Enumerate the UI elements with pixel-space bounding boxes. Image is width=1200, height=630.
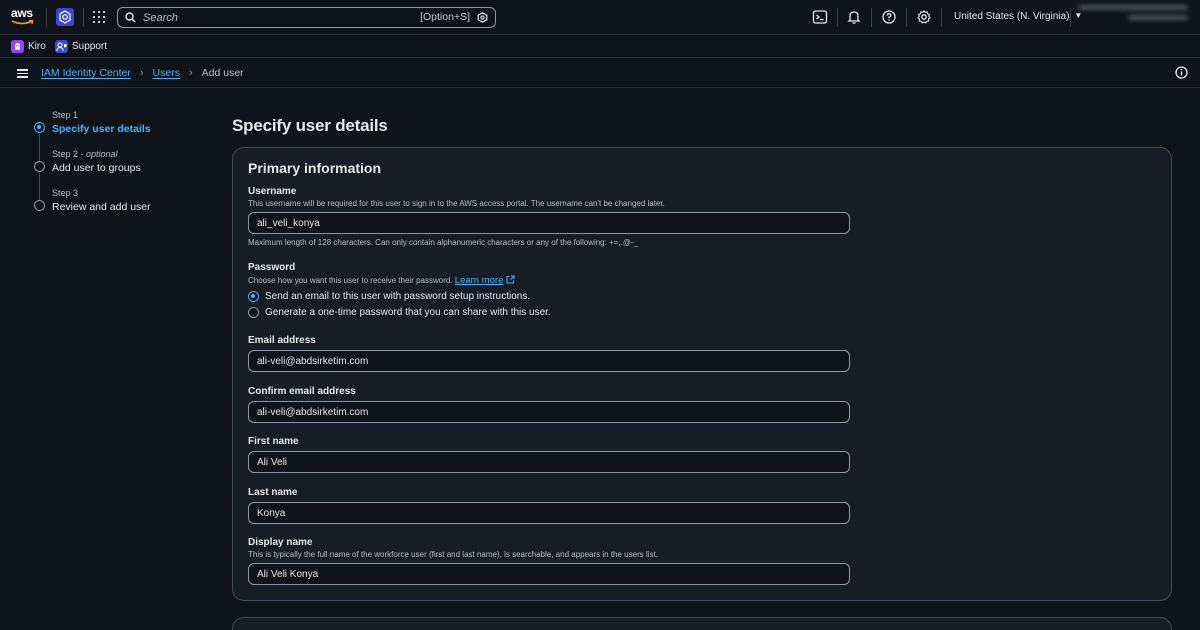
username-description: This username will be required for this … <box>248 199 665 208</box>
confirm-email-label: Confirm email address <box>248 386 356 397</box>
aws-logo-text: aws <box>11 6 33 20</box>
support-icon <box>55 40 68 53</box>
nav-divider <box>1070 8 1071 27</box>
first-name-input-box[interactable] <box>248 451 850 473</box>
search-input[interactable] <box>143 10 403 25</box>
favorite-support[interactable]: Support <box>55 39 107 54</box>
step-2-optional: optional <box>86 149 118 159</box>
nav-divider <box>871 8 872 27</box>
password-option-one-time-label: Generate a one-time password that you ca… <box>265 307 551 318</box>
region-selector[interactable]: United States (N. Virginia) ▼ <box>954 11 1082 22</box>
step-indicator <box>34 161 45 172</box>
wizard-steps: Step 1 Specify user details Step 2 - opt… <box>34 110 214 227</box>
step-1-title[interactable]: Specify user details <box>52 123 214 135</box>
aws-logo[interactable]: aws <box>11 7 37 29</box>
last-name-label: Last name <box>248 487 298 498</box>
wizard-step-1[interactable]: Step 1 Specify user details <box>34 110 214 149</box>
favorite-kiro-label: Kiro <box>28 41 46 52</box>
first-name-input[interactable] <box>249 452 849 472</box>
services-grid-icon[interactable] <box>93 11 105 23</box>
email-input-box[interactable] <box>248 350 850 372</box>
settings-gear-icon[interactable] <box>916 9 932 25</box>
breadcrumb-bar: IAM Identity Center › Users › Add user <box>0 58 1200 88</box>
nav-divider <box>46 8 47 27</box>
password-description: Choose how you want this user to receive… <box>248 275 850 286</box>
step-1-label: Step 1 <box>52 110 79 120</box>
search-bar[interactable]: [Option+S] <box>117 7 496 28</box>
password-option-email[interactable]: Send an email to this user with password… <box>248 291 850 302</box>
search-shortcut-hint: [Option+S] <box>420 11 470 23</box>
username-field: Username This username will be required … <box>248 186 850 247</box>
breadcrumb-users[interactable]: Users <box>153 67 180 79</box>
next-section-container <box>232 617 1172 630</box>
step-3-label: Step 3 <box>52 188 79 198</box>
wizard-step-2[interactable]: Step 2 - optional Add user to groups <box>34 149 214 188</box>
step-indicator-active <box>34 122 45 133</box>
aws-smile-icon <box>11 19 34 25</box>
nav-divider <box>837 8 838 27</box>
username-label: Username <box>248 186 297 197</box>
amazon-q-icon[interactable] <box>477 12 488 23</box>
search-icon <box>125 12 136 23</box>
first-name-field: First name <box>248 436 850 473</box>
chevron-right-icon: › <box>188 67 193 79</box>
kiro-icon <box>11 40 24 53</box>
display-name-field: Display name This is typically the full … <box>248 537 850 585</box>
email-input[interactable] <box>249 351 849 371</box>
favorite-kiro[interactable]: Kiro <box>11 39 46 54</box>
first-name-label: First name <box>248 436 299 447</box>
breadcrumb: IAM Identity Center › Users › Add user <box>41 67 244 79</box>
email-field: Email address <box>248 335 850 372</box>
step-indicator <box>34 200 45 211</box>
menu-hamburger-icon[interactable] <box>17 69 28 78</box>
step-2-label: Step 2 - optional <box>52 149 118 159</box>
username-input-box[interactable] <box>248 212 850 234</box>
confirm-email-input-box[interactable] <box>248 401 850 423</box>
section-heading: Primary information <box>248 160 382 176</box>
top-navigation: aws [Option+S] <box>0 0 1200 35</box>
password-label: Password <box>248 262 296 273</box>
external-link-icon <box>506 275 515 284</box>
display-name-input[interactable] <box>249 564 849 584</box>
region-label: United States (N. Virginia) <box>954 11 1070 22</box>
account-menu-blurred[interactable] <box>1078 5 1190 31</box>
cloudshell-icon[interactable] <box>812 9 828 25</box>
confirm-email-input[interactable] <box>249 402 849 422</box>
wizard-step-3[interactable]: Step 3 Review and add user <box>34 188 214 227</box>
display-name-label: Display name <box>248 537 313 548</box>
notifications-bell-icon[interactable] <box>846 9 862 25</box>
display-name-description: This is typically the full name of the w… <box>248 550 658 559</box>
password-option-one-time[interactable]: Generate a one-time password that you ca… <box>248 307 850 318</box>
breadcrumb-iam-identity-center[interactable]: IAM Identity Center <box>41 67 131 79</box>
help-icon[interactable] <box>881 9 897 25</box>
password-option-email-label: Send an email to this user with password… <box>265 291 531 302</box>
display-name-input-box[interactable] <box>248 563 850 585</box>
step-2-title[interactable]: Add user to groups <box>52 162 214 174</box>
confirm-email-field: Confirm email address <box>248 386 850 423</box>
radio-unselected[interactable] <box>248 307 259 318</box>
last-name-input-box[interactable] <box>248 502 850 524</box>
step-3-title[interactable]: Review and add user <box>52 201 214 213</box>
chevron-right-icon: › <box>139 67 144 79</box>
learn-more-link[interactable]: Learn more <box>455 275 504 286</box>
last-name-field: Last name <box>248 487 850 524</box>
password-field: Password Choose how you want this user t… <box>248 262 850 318</box>
email-label: Email address <box>248 335 316 346</box>
nav-divider <box>906 8 907 27</box>
info-panel-icon[interactable] <box>1175 66 1188 79</box>
favorite-support-label: Support <box>72 41 108 52</box>
nav-divider <box>83 8 84 27</box>
nav-divider <box>941 8 942 27</box>
breadcrumb-current: Add user <box>201 67 244 79</box>
username-constraint-hint: Maximum length of 128 characters. Can on… <box>248 238 639 247</box>
last-name-input[interactable] <box>249 503 849 523</box>
page-title: Specify user details <box>232 116 388 135</box>
username-input[interactable] <box>249 213 849 233</box>
primary-information-container: Primary information Username This userna… <box>232 147 1172 601</box>
radio-selected[interactable] <box>248 291 259 302</box>
identity-center-service-icon[interactable] <box>56 8 74 26</box>
favorites-bar: Kiro Support <box>0 35 1200 58</box>
